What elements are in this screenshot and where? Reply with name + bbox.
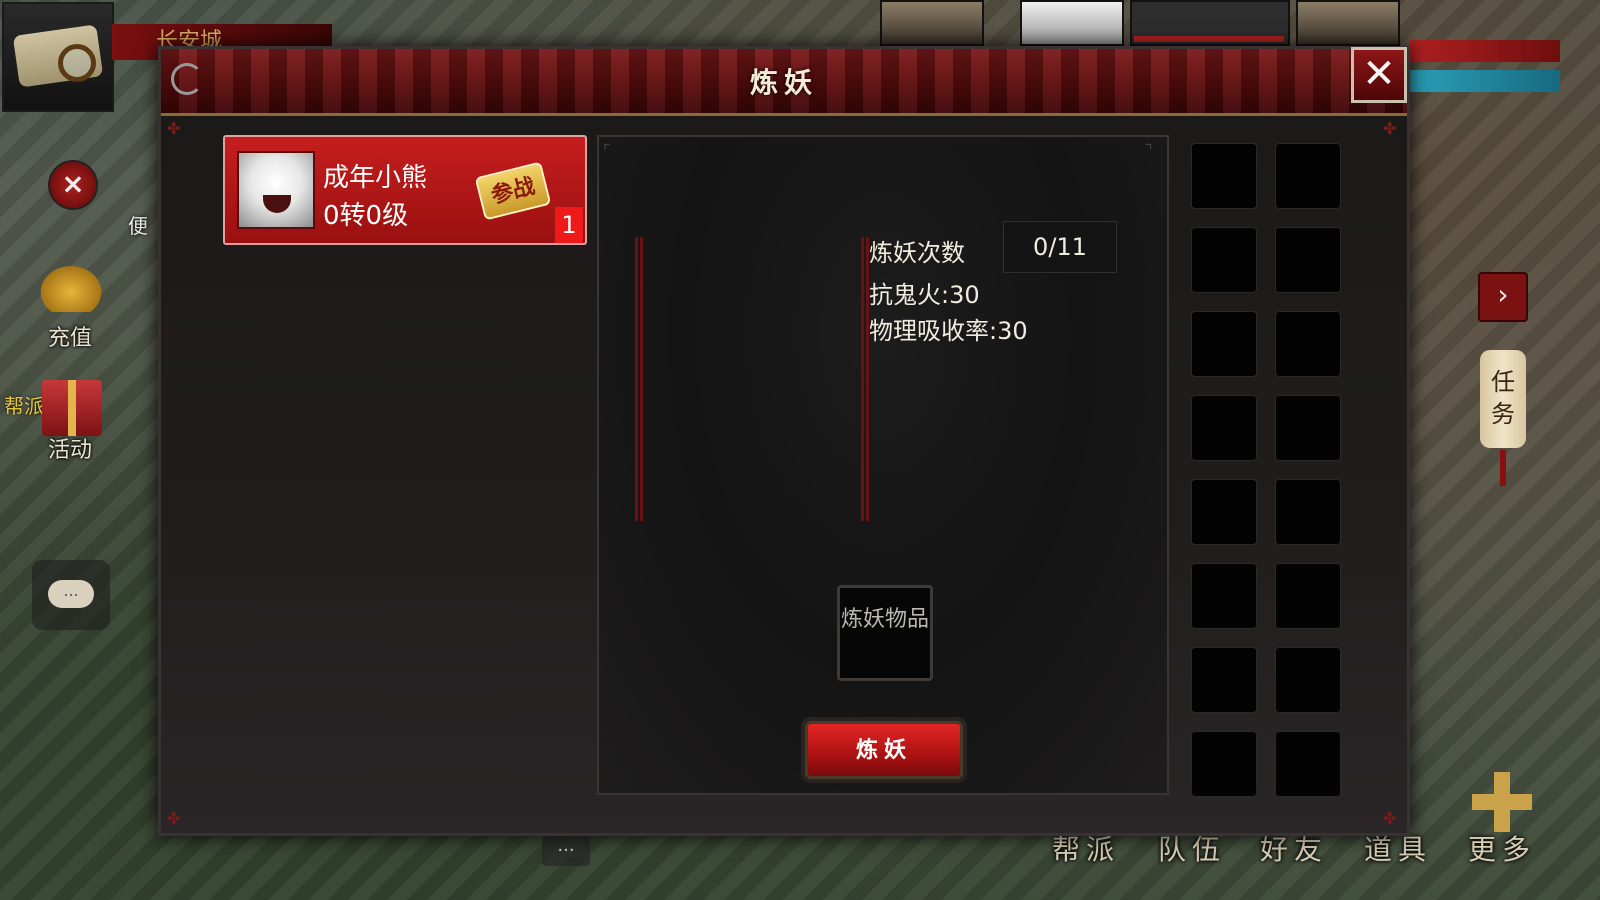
- task-button[interactable]: 任务: [1480, 350, 1526, 486]
- chat-bubble-icon: ...: [48, 580, 94, 608]
- activity-gift-icon[interactable]: [42, 380, 102, 436]
- guild-tag: 帮派: [4, 394, 44, 418]
- player-mp-bar: [1410, 70, 1560, 92]
- side-partial-label: 便: [128, 214, 148, 238]
- inventory-slot[interactable]: [1275, 143, 1341, 209]
- inventory-slot[interactable]: [1275, 563, 1341, 629]
- corner-ornament-icon: ✤: [167, 809, 181, 828]
- more-dots-button[interactable]: ...: [542, 836, 590, 866]
- inventory-slot[interactable]: [1275, 395, 1341, 461]
- magnifier-icon: [58, 44, 96, 82]
- dialog-title-bar: 炼妖: [161, 49, 1407, 116]
- chat-button[interactable]: ...: [32, 560, 110, 630]
- map-icon[interactable]: [2, 2, 114, 112]
- corner-ornament-icon: ✤: [167, 119, 181, 138]
- recharge-coins-icon[interactable]: [36, 262, 106, 312]
- inventory-slot[interactable]: [1191, 479, 1257, 545]
- inventory-slot[interactable]: [1275, 479, 1341, 545]
- chevron-right-icon[interactable]: ›: [1478, 272, 1528, 322]
- inventory-slot[interactable]: [1275, 227, 1341, 293]
- player-hp-bar: [1410, 40, 1560, 62]
- corner-ornament-icon: ✤: [1383, 119, 1397, 138]
- inventory-slot[interactable]: [1191, 395, 1257, 461]
- corner-ornament-icon: ✤: [1383, 809, 1397, 828]
- plus-icon[interactable]: [1472, 772, 1532, 832]
- stat-ghost-fire-resist: 抗鬼火:30: [869, 281, 980, 309]
- refine-monster-dialog: 炼妖 ✕ ✤ ✤ ✤ ✤ 成年小熊 0转0级 参战 1 ⌜ ⌝ 炼妖次数 0/1…: [158, 46, 1410, 836]
- close-button[interactable]: ✕: [1351, 47, 1407, 103]
- activity-label[interactable]: 活动: [48, 432, 92, 464]
- inventory-slot[interactable]: [1191, 311, 1257, 377]
- inventory-slot[interactable]: [1191, 647, 1257, 713]
- task-label: 任务: [1491, 368, 1515, 428]
- recharge-label[interactable]: 充值: [48, 320, 92, 352]
- in-battle-badge: 参战: [474, 161, 552, 221]
- pet-list-item[interactable]: 成年小熊 0转0级 参战 1: [223, 135, 587, 245]
- refine-item-slot[interactable]: 炼妖物品: [837, 585, 933, 681]
- menu-more[interactable]: 更多: [1468, 828, 1536, 868]
- inventory-slot[interactable]: [1275, 731, 1341, 797]
- bear-avatar-icon: [237, 151, 315, 229]
- inventory-slot[interactable]: [1191, 227, 1257, 293]
- refine-count-label: 炼妖次数: [869, 239, 965, 267]
- pet-count-badge: 1: [555, 207, 583, 243]
- inventory-slot[interactable]: [1275, 647, 1341, 713]
- pet-level: 0转0级: [323, 201, 409, 231]
- refine-panel: ⌜ ⌝ 炼妖次数 0/11 抗鬼火:30 物理吸收率:30 炼妖物品 炼妖: [597, 135, 1169, 795]
- inventory-slot[interactable]: [1191, 731, 1257, 797]
- hp-bar: [1134, 36, 1284, 42]
- collapse-side-button[interactable]: ×: [48, 160, 98, 210]
- tiger-portrait-icon[interactable]: [880, 0, 984, 46]
- pet-name: 成年小熊: [323, 163, 428, 193]
- refine-count-value: 0/11: [1003, 221, 1117, 273]
- inventory-slot[interactable]: [1275, 311, 1341, 377]
- dialog-title: 炼妖: [749, 66, 818, 99]
- tiger-portrait-icon[interactable]: [1296, 0, 1400, 46]
- inventory-slot[interactable]: [1191, 143, 1257, 209]
- inventory-slot[interactable]: [1191, 563, 1257, 629]
- stat-physical-absorb: 物理吸收率:30: [869, 317, 1028, 345]
- bear-portrait-icon[interactable]: [1020, 0, 1124, 46]
- pet-model-display: [635, 237, 869, 521]
- corner-ornament-icon: ⌝: [1145, 141, 1153, 160]
- refine-button[interactable]: 炼妖: [805, 721, 963, 779]
- corner-ornament-icon: ⌜: [603, 141, 611, 160]
